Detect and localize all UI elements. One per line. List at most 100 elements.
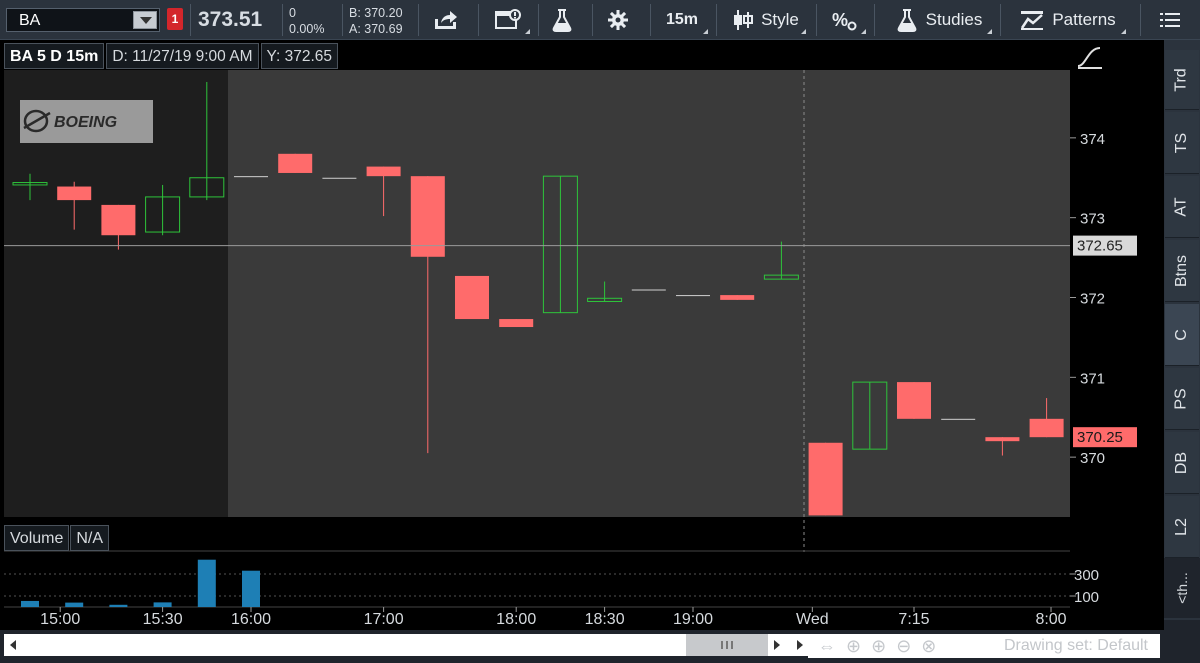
price-tick-label: 374 (1080, 131, 1105, 148)
candlestick-icon (734, 10, 754, 30)
volume-bar (109, 604, 128, 607)
price-tick-label: 373 (1080, 211, 1105, 228)
settings-button[interactable] (596, 0, 640, 40)
symbol-dropdown-button[interactable] (133, 11, 157, 29)
tab-db[interactable]: DB (1165, 432, 1199, 494)
gear-icon (608, 10, 628, 30)
candle-body (1029, 418, 1064, 438)
volume-bar (153, 602, 172, 607)
dropdown-corner-icon (861, 29, 866, 34)
volume-value: N/A (70, 525, 110, 551)
zoom-reset-icon[interactable]: ⊗ (921, 636, 936, 657)
time-tick-label: 19:00 (673, 611, 713, 628)
candle-body (455, 275, 489, 320)
timeframe-label: 15m (665, 11, 699, 28)
toolbar-divider (874, 4, 875, 36)
y-readout: Y: 372.65 (260, 43, 339, 69)
candle-body (366, 166, 401, 177)
scroll-right-arrow-icon[interactable] (774, 640, 780, 650)
last-price-text: 370.25 (1077, 429, 1123, 446)
toolbar-divider (418, 4, 419, 36)
dropdown-corner-icon (1121, 29, 1126, 34)
dropdown-corner-icon (801, 29, 806, 34)
logo-text: BOEING (54, 114, 117, 131)
volume-header: Volume N/A (4, 525, 110, 551)
pattern-icon (1021, 11, 1044, 30)
flask-button[interactable] (540, 0, 584, 40)
tab-label: Trd (1173, 67, 1190, 92)
change-display: 0 0.00% (289, 5, 324, 37)
tab-at[interactable]: AT (1165, 176, 1199, 238)
bid-ask-display: B: 370.20 A: 370.69 (349, 5, 403, 37)
link-badge[interactable]: 1 (167, 8, 183, 30)
candle-body (278, 153, 313, 173)
percent-button[interactable]: % (822, 0, 868, 40)
dropdown-corner-icon (703, 29, 708, 34)
tab-btns[interactable]: Btns (1165, 240, 1199, 302)
tab-label: TS (1172, 132, 1190, 153)
tab-more[interactable]: <th... (1164, 558, 1200, 618)
percent-change: 0.00% (289, 22, 325, 36)
symbol-input[interactable]: BA (6, 8, 160, 32)
zoom-in-icon[interactable]: ⊕ (871, 636, 886, 657)
right-tab-strip: Trd TS AT Btns C PS DB L2 N (1164, 40, 1200, 620)
net-change: 0 (289, 6, 296, 20)
svg-text:%: % (832, 10, 848, 30)
tab-ps[interactable]: PS (1165, 368, 1199, 430)
pan-arrows-icon[interactable]: ⇔ (818, 636, 836, 657)
toolbar-divider (716, 4, 717, 36)
tab-ts[interactable]: TS (1165, 112, 1199, 174)
toolbar-divider (282, 4, 283, 36)
time-tick-label: 8:00 (1035, 611, 1066, 628)
price-tick-label: 370 (1080, 450, 1105, 467)
last-price-label: 370.25 (1073, 427, 1137, 448)
zoom-out-icon[interactable]: ⊖ (896, 636, 911, 657)
patterns-button[interactable]: Patterns (1008, 0, 1128, 40)
crosshair-icon[interactable]: ⊕ (846, 636, 861, 657)
percent-icon: % (832, 10, 857, 31)
style-label: Style (761, 10, 799, 29)
volume-bar (197, 559, 216, 607)
bid-price: B: 370.20 (349, 6, 403, 20)
ask-price: A: 370.69 (349, 22, 403, 36)
scroll-end-arrow-icon[interactable] (797, 640, 803, 650)
candle-body (631, 289, 666, 291)
scroll-thumb[interactable] (686, 634, 768, 656)
chart-settings-button[interactable] (484, 0, 532, 40)
candle-body (808, 442, 843, 516)
share-button[interactable] (424, 0, 468, 40)
time-tick-label: 18:00 (496, 611, 536, 628)
tab-c[interactable]: C (1165, 304, 1199, 366)
tab-label: C (1173, 328, 1190, 341)
chart-gear-icon (495, 9, 521, 29)
time-tick-label: 16:00 (231, 611, 271, 628)
time-tick-label: 17:00 (364, 611, 404, 628)
time-tick-label: 18:30 (585, 611, 625, 628)
candle-body (57, 186, 92, 201)
price-chart[interactable]: 370 371 372 373 374 BOEING 372.65 370.25 100… (0, 40, 1164, 630)
timeframe-button[interactable]: 15m (654, 0, 710, 40)
style-button[interactable]: Style (724, 0, 808, 40)
candle-body (499, 319, 534, 328)
scroll-left-arrow-icon[interactable] (10, 640, 16, 650)
tab-trd[interactable]: Trd (1165, 50, 1199, 110)
toolbar-divider (342, 4, 343, 36)
drawing-set-label[interactable]: Drawing set: Default (1004, 637, 1148, 655)
volume-label: Volume (4, 525, 70, 551)
candle-body (410, 176, 445, 257)
grip-icon (721, 641, 733, 649)
toolbar-divider (1140, 4, 1141, 36)
tab-more-label: <th... (1174, 572, 1190, 604)
tab-l2[interactable]: L2 (1165, 496, 1199, 558)
flask-icon (552, 9, 572, 32)
horizontal-scrollbar[interactable] (4, 634, 808, 656)
studies-button[interactable]: Studies (884, 0, 994, 40)
crosshair-price-label: 372.65 (1073, 235, 1137, 256)
time-tick-label: Wed (796, 611, 829, 628)
toolbar-divider (816, 4, 817, 36)
flask-icon (897, 9, 917, 32)
menu-button[interactable] (1150, 0, 1190, 40)
symbol-text: BA (19, 12, 41, 29)
drawing-tool-icon[interactable] (1073, 44, 1107, 70)
candle-body (985, 437, 1020, 442)
